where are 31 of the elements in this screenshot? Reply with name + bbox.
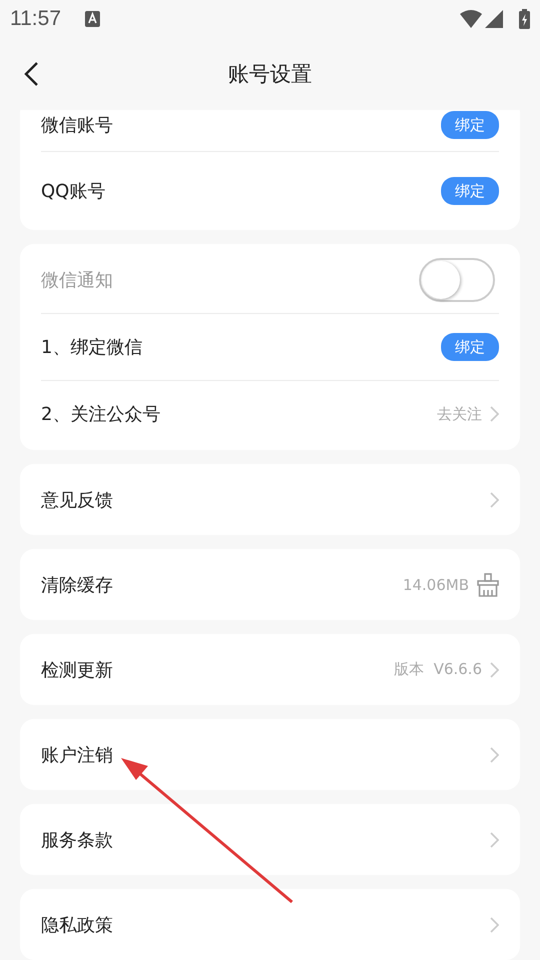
setting-value: 14.06MB <box>402 576 469 594</box>
status-time: 11:57 <box>10 7 61 31</box>
setting-label: 账户注销 <box>41 744 114 766</box>
bind-button[interactable]: 绑定 <box>441 111 499 139</box>
setting-value: 版本 V6.6.6 <box>394 660 482 679</box>
setting-label: 微信通知 <box>41 269 114 292</box>
setting-label: 检测更新 <box>41 658 114 682</box>
setting-label: 清除缓存 <box>41 574 114 596</box>
battery-icon <box>519 9 530 29</box>
bind-button[interactable]: 绑定 <box>441 177 499 205</box>
page-title: 账号设置 <box>227 61 313 88</box>
chevron-right-icon <box>490 662 499 678</box>
keyboard-icon <box>85 11 100 27</box>
setting-value: 去关注 <box>437 404 482 424</box>
setting-label: 1、绑定微信 <box>41 336 144 359</box>
chevron-right-icon <box>490 406 499 422</box>
bind-button[interactable]: 绑定 <box>441 333 499 361</box>
setting-label: QQ账号 <box>41 180 106 203</box>
chevron-right-icon <box>490 746 499 762</box>
setting-label: 微信账号 <box>41 114 114 137</box>
signal-icon <box>485 10 503 28</box>
wifi-icon <box>460 10 482 28</box>
setting-label: 服务条款 <box>41 828 114 852</box>
chevron-right-icon <box>490 492 499 508</box>
setting-label: 意见反馈 <box>41 488 114 512</box>
setting-label: 隐私政策 <box>41 914 114 936</box>
chevron-right-icon <box>490 916 499 932</box>
back-icon <box>23 61 39 87</box>
setting-label: 2、关注公众号 <box>41 403 162 426</box>
chevron-right-icon <box>490 832 499 848</box>
broom-icon <box>477 572 499 596</box>
